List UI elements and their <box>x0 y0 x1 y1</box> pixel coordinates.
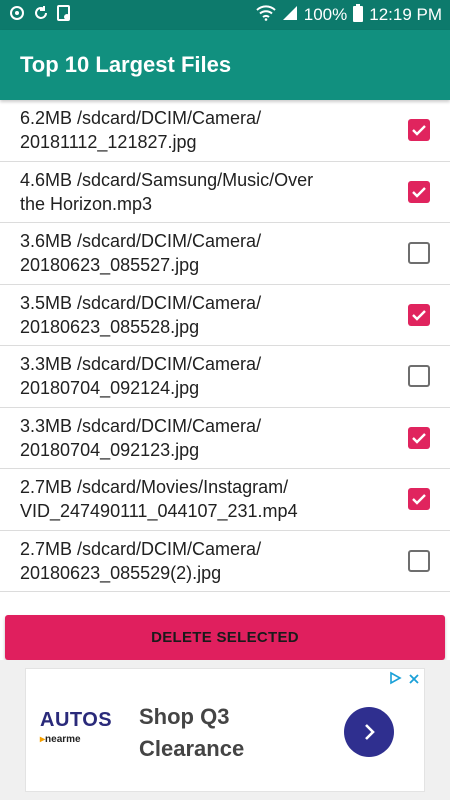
file-name: 20180623_085527.jpg <box>20 255 200 276</box>
file-name: the Horizon.mp3 <box>20 193 153 214</box>
file-checkbox[interactable] <box>408 549 430 572</box>
file-checkbox[interactable] <box>408 365 430 388</box>
file-size-path: 2.7MB /sdcard/Movies/Instagram/ <box>20 477 289 498</box>
check-icon <box>412 494 426 505</box>
wifi-icon <box>256 4 276 26</box>
file-checkbox[interactable] <box>408 180 430 203</box>
file-size-path: 6.2MB /sdcard/DCIM/Camera/ <box>20 108 262 129</box>
check-icon <box>412 125 426 136</box>
delete-selected-button[interactable]: DELETE SELECTED <box>5 615 445 660</box>
file-label: 3.3MB /sdcard/DCIM/Camera/ 20180704_0921… <box>20 352 408 400</box>
check-icon <box>412 309 426 321</box>
file-label: 3.6MB /sdcard/DCIM/Camera/ 20180623_0855… <box>20 229 408 277</box>
file-row[interactable]: 2.7MB /sdcard/Movies/Instagram/ VID_2474… <box>0 469 450 531</box>
file-row[interactable]: 3.3MB /sdcard/DCIM/Camera/ 20180704_0921… <box>0 346 450 408</box>
check-icon <box>412 186 426 198</box>
advertiser-logo-sub-text: nearme <box>45 734 81 745</box>
battery-percent: 100% <box>303 5 348 24</box>
file-name: 20180623_085528.jpg <box>20 316 200 337</box>
file-label: 2.7MB /sdcard/Movies/Instagram/ VID_2474… <box>20 475 408 523</box>
ad-choices-icon[interactable] <box>388 671 402 690</box>
status-time: 12:19 PM <box>369 5 442 24</box>
file-row[interactable]: 3.5MB /sdcard/DCIM/Camera/ 20180623_0855… <box>0 285 450 346</box>
file-name: 20181112_121827.jpg <box>20 132 197 153</box>
file-checkbox[interactable] <box>408 426 430 449</box>
ad-headline-line2: Clearance <box>139 736 245 761</box>
file-size-path: 3.3MB /sdcard/DCIM/Camera/ <box>20 415 262 436</box>
ad-headline-line1: Shop Q3 <box>139 704 230 729</box>
ad-card[interactable]: AUTOS ▸nearme Shop Q3 Clearance <box>25 668 425 792</box>
sync-icon <box>8 4 26 27</box>
app-notification-icon <box>56 4 72 27</box>
status-notifications <box>8 4 72 27</box>
advertiser-logo: AUTOS ▸nearme <box>40 709 120 745</box>
ad-banner-area: AUTOS ▸nearme Shop Q3 Clearance <box>0 660 450 800</box>
file-size-path: 2.7MB /sdcard/DCIM/Camera/ <box>20 538 262 559</box>
status-bar: 100% 12:19 PM <box>0 0 450 30</box>
status-system: 100% 12:19 PM <box>256 3 442 27</box>
close-icon[interactable] <box>408 672 420 690</box>
file-label: 4.6MB /sdcard/Samsung/Music/Over the Hor… <box>20 168 408 216</box>
chevron-right-icon <box>365 724 375 740</box>
file-size-path: 3.3MB /sdcard/DCIM/Camera/ <box>20 354 262 375</box>
delete-selected-label: DELETE SELECTED <box>151 629 299 646</box>
app-bar: Top 10 Largest Files <box>0 30 450 100</box>
file-name: 20180704_092123.jpg <box>20 439 200 460</box>
file-size-path: 4.6MB /sdcard/Samsung/Music/Over <box>20 169 314 190</box>
advertiser-logo-sub: ▸nearme <box>40 734 81 745</box>
refresh-icon <box>32 4 50 27</box>
advertiser-logo-main: AUTOS <box>40 709 113 731</box>
file-label: 2.7MB /sdcard/DCIM/Camera/ 20180623_0855… <box>20 537 408 585</box>
file-checkbox[interactable] <box>408 303 430 326</box>
file-row[interactable]: 3.3MB /sdcard/DCIM/Camera/ 20180704_0921… <box>0 408 450 469</box>
file-name: 20180623_085529(2).jpg <box>20 562 222 583</box>
file-checkbox[interactable] <box>408 488 430 511</box>
page-title: Top 10 Largest Files <box>20 52 232 77</box>
file-row[interactable]: 6.2MB /sdcard/DCIM/Camera/ 20181112_1218… <box>0 100 450 162</box>
signal-icon <box>282 5 298 26</box>
file-name: 20180704_092124.jpg <box>20 378 200 399</box>
file-size-path: 3.6MB /sdcard/DCIM/Camera/ <box>20 231 262 252</box>
file-row[interactable]: 2.7MB /sdcard/DCIM/Camera/ 20180623_0855… <box>0 531 450 592</box>
file-name: VID_247490111_044107_231.mp4 <box>20 501 298 522</box>
file-list: 6.2MB /sdcard/DCIM/Camera/ 20181112_1218… <box>0 100 450 592</box>
ad-go-button[interactable] <box>344 707 394 757</box>
ad-choices[interactable] <box>388 671 420 690</box>
file-row[interactable]: 3.6MB /sdcard/DCIM/Camera/ 20180623_0855… <box>0 223 450 285</box>
battery-icon <box>353 3 364 27</box>
file-row[interactable]: 4.6MB /sdcard/Samsung/Music/Over the Hor… <box>0 162 450 223</box>
file-label: 6.2MB /sdcard/DCIM/Camera/ 20181112_1218… <box>20 106 408 154</box>
file-checkbox[interactable] <box>408 242 430 265</box>
file-label: 3.3MB /sdcard/DCIM/Camera/ 20180704_0921… <box>20 414 408 462</box>
ad-headline[interactable]: Shop Q3 Clearance <box>139 701 299 765</box>
file-label: 3.5MB /sdcard/DCIM/Camera/ 20180623_0855… <box>20 291 408 339</box>
file-size-path: 3.5MB /sdcard/DCIM/Camera/ <box>20 292 262 313</box>
check-icon <box>412 432 426 444</box>
file-checkbox[interactable] <box>408 119 430 142</box>
